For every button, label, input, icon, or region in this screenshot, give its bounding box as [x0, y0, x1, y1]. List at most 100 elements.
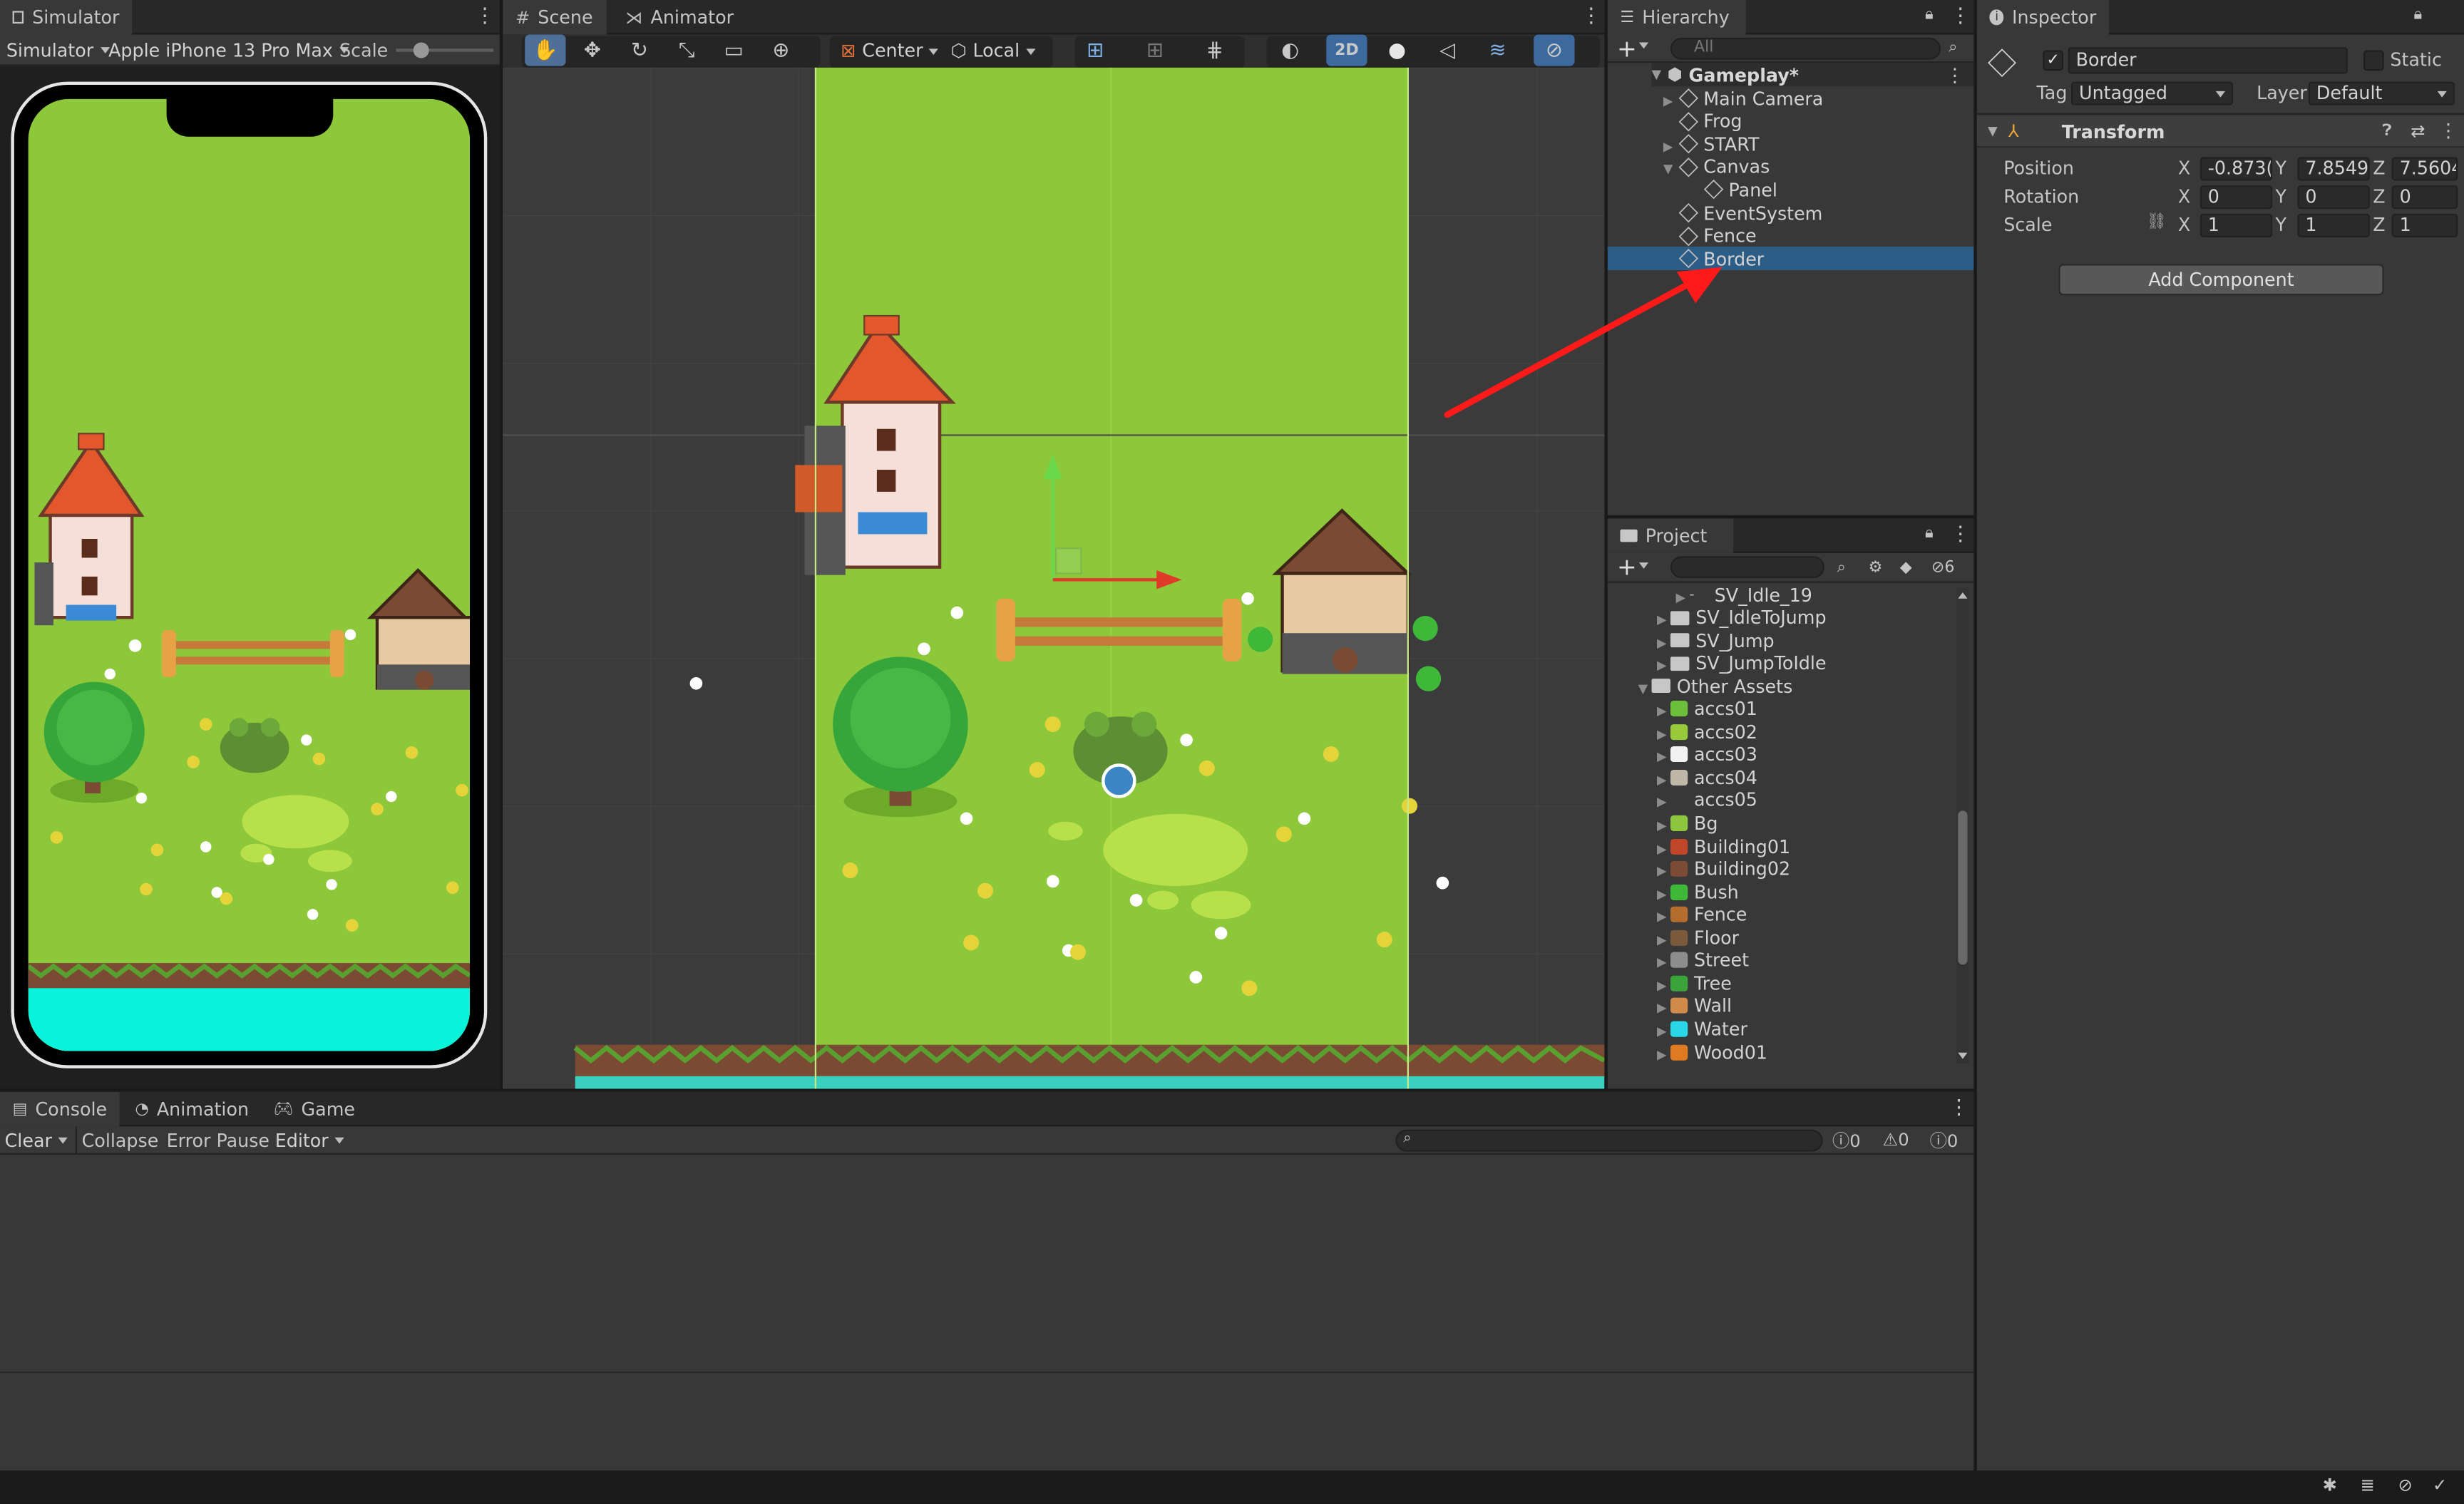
expand-arrow-icon[interactable]: ▼ — [1652, 68, 1668, 82]
project-item[interactable]: ▶ Fence — [1608, 903, 1747, 927]
add-component-button[interactable]: Add Component — [2058, 264, 2384, 296]
search-by-type-icon[interactable]: ⌕ — [1837, 559, 1846, 576]
tab-simulator[interactable]: Simulator — [0, 0, 133, 35]
position-y-field[interactable]: 7.8549( — [2297, 157, 2370, 181]
project-item[interactable]: ▶ Bush — [1608, 880, 1739, 904]
progress-check-icon[interactable]: ✓ — [2433, 1475, 2447, 1496]
console-search-input[interactable]: ⌕ — [1395, 1129, 1823, 1152]
console-log-area[interactable] — [0, 1155, 1974, 1471]
expand-arrow-icon[interactable]: ▶ — [1608, 743, 1670, 766]
create-dropdown-icon[interactable] — [1638, 42, 1649, 53]
scene-menu-icon[interactable]: ⋮ — [1581, 6, 1601, 29]
collapse-button[interactable]: Collapse — [82, 1129, 159, 1151]
link-icon[interactable]: ⛓︎ — [2147, 214, 2167, 231]
editor-dropdown[interactable]: Editor — [270, 1129, 349, 1151]
warning-count-toggle[interactable]: ⚠0 — [1883, 1130, 1909, 1150]
expand-arrow-icon[interactable]: ▶ — [1608, 87, 1677, 109]
expand-arrow-icon[interactable]: ▶ — [1608, 1018, 1670, 1040]
tag-icon[interactable]: ◆ — [1900, 559, 1912, 576]
position-x-field[interactable]: -0.873( — [2199, 157, 2273, 181]
effects-button[interactable]: ≋ — [1477, 34, 1518, 66]
hierarchy-item[interactable]: Frog — [1608, 109, 1974, 133]
project-item[interactable]: ▶ Water — [1608, 1017, 1747, 1041]
console-menu-icon[interactable]: ⋮ — [1949, 1098, 1969, 1121]
project-item[interactable]: ▶ Building01 — [1608, 834, 1790, 857]
expand-arrow-icon[interactable]: ▶ — [1608, 766, 1670, 788]
expand-arrow-icon[interactable]: ▼ — [1608, 675, 1652, 697]
search-by-label-icon[interactable]: ⚙ — [1869, 559, 1883, 576]
project-scrollbar-thumb[interactable] — [1958, 810, 1968, 965]
expand-arrow-icon[interactable]: ▶ — [1608, 995, 1670, 1017]
lighting-button[interactable]: ● — [1377, 34, 1417, 66]
rotation-x-label[interactable]: X — [2178, 185, 2190, 207]
rotation-y-field[interactable]: 0 — [2297, 185, 2370, 210]
search-filter-icon[interactable]: ⌕ — [1949, 39, 1957, 56]
rect-tool-button[interactable]: ▭ — [714, 34, 754, 66]
hierarchy-item[interactable]: EventSystem — [1608, 201, 1974, 225]
scale-x-field[interactable]: 1 — [2199, 213, 2273, 237]
project-item[interactable]: ▶ Bg — [1608, 811, 1718, 835]
console-detail-divider[interactable] — [0, 1371, 1974, 1374]
project-menu-icon[interactable]: ⋮ — [1950, 524, 1971, 547]
position-y-label[interactable]: Y — [2276, 157, 2286, 179]
tab-project[interactable]: Project — [1607, 518, 1734, 553]
expand-arrow-icon[interactable]: ▼ — [1608, 156, 1677, 178]
auto-generate-lighting-icon[interactable]: ⊘ — [2398, 1475, 2412, 1496]
expand-arrow-icon[interactable]: ▶ — [1608, 629, 1670, 651]
device-dropdown[interactable]: Apple iPhone 13 Pro Max — [103, 38, 353, 61]
snap-button[interactable]: ⊞ — [1134, 34, 1175, 66]
scale-y-field[interactable]: 1 — [2297, 213, 2370, 237]
visibility-button[interactable]: ⊘ — [1534, 34, 1575, 66]
move-tool-button[interactable]: ✥ — [572, 34, 612, 66]
expand-arrow-icon[interactable]: ▶ — [1608, 927, 1670, 949]
scroll-down-arrow-icon[interactable] — [1958, 1052, 1968, 1063]
rotate-tool-button[interactable]: ↻ — [619, 34, 659, 66]
expand-arrow-icon[interactable]: ▶ — [1608, 652, 1670, 674]
phone-screen[interactable] — [28, 98, 471, 1051]
project-create-plus-icon[interactable]: + — [1617, 553, 1637, 582]
hierarchy-item[interactable]: Panel — [1608, 178, 1974, 202]
expand-arrow-icon[interactable]: ▶ — [1608, 881, 1670, 903]
project-item[interactable]: ▶ accs01 — [1608, 697, 1757, 721]
bug-icon[interactable]: ✱ — [2323, 1475, 2337, 1496]
scene-viewport[interactable] — [503, 67, 1605, 1089]
error-pause-button[interactable]: Error Pause — [167, 1129, 270, 1151]
hierarchy-item[interactable]: Fence — [1608, 224, 1974, 247]
tab-game[interactable]: 🎮︎ Game — [261, 1092, 368, 1126]
log-count-toggle[interactable]: ⓘ0 — [1832, 1127, 1861, 1152]
expand-arrow-icon[interactable]: ▶ — [1608, 721, 1670, 743]
scale-y-label[interactable]: Y — [2276, 214, 2286, 236]
object-name-field[interactable]: Border — [2068, 47, 2348, 74]
project-item[interactable]: ▶ SV_JumpToIdle — [1608, 651, 1826, 675]
expand-arrow-icon[interactable]: ▶ — [1608, 1041, 1670, 1063]
tab-hierarchy[interactable]: ☰ Hierarchy — [1607, 0, 1746, 35]
project-item[interactable]: ▶ Wood01 — [1608, 1040, 1767, 1063]
pivot-center-dropdown[interactable]: ⊠ Center — [836, 39, 944, 61]
scale-tool-button[interactable]: ⤡ — [667, 34, 707, 66]
project-item[interactable]: ▶ SV_IdleToJump — [1608, 606, 1826, 629]
project-item[interactable]: ▼ Other Assets — [1608, 674, 1793, 698]
hierarchy-item[interactable]: ▶ Main Camera — [1608, 86, 1974, 110]
scale-z-label[interactable]: Z — [2373, 214, 2385, 236]
component-menu-icon[interactable]: ⋮ — [2439, 120, 2458, 142]
rotation-y-label[interactable]: Y — [2276, 185, 2286, 207]
rotation-x-field[interactable]: 0 — [2199, 185, 2273, 210]
cache-server-icon[interactable]: ≣ — [2361, 1475, 2375, 1496]
audio-button[interactable]: ◁ — [1427, 34, 1467, 66]
transform-tool-button[interactable]: ⊕ — [761, 34, 801, 66]
expand-arrow-icon[interactable]: ▶ — [1608, 904, 1670, 926]
simulator-menu-icon[interactable]: ⋮ — [475, 6, 496, 29]
scroll-up-arrow-icon[interactable] — [1958, 587, 1968, 599]
hierarchy-item[interactable]: Border — [1607, 247, 1974, 271]
clear-button[interactable]: Clear — [0, 1129, 73, 1151]
tag-dropdown[interactable]: Untagged — [2071, 81, 2234, 105]
tab-animator[interactable]: ⋊ Animator — [613, 0, 746, 34]
hierarchy-scene-root[interactable]: ▼ ⬢ Gameplay* ⋮ — [1651, 63, 1974, 87]
project-scrollbar[interactable] — [1956, 587, 1969, 1064]
project-item[interactable]: ▶ accs05 — [1608, 788, 1757, 812]
expand-arrow-icon[interactable]: ▶ — [1608, 133, 1677, 155]
lock-icon[interactable]: 🔒︎ — [1925, 6, 1934, 24]
hierarchy-menu-icon[interactable]: ⋮ — [1950, 6, 1971, 29]
project-item[interactable]: ▶ Tree — [1608, 972, 1732, 995]
expand-arrow-icon[interactable]: ▶ — [1608, 835, 1670, 857]
